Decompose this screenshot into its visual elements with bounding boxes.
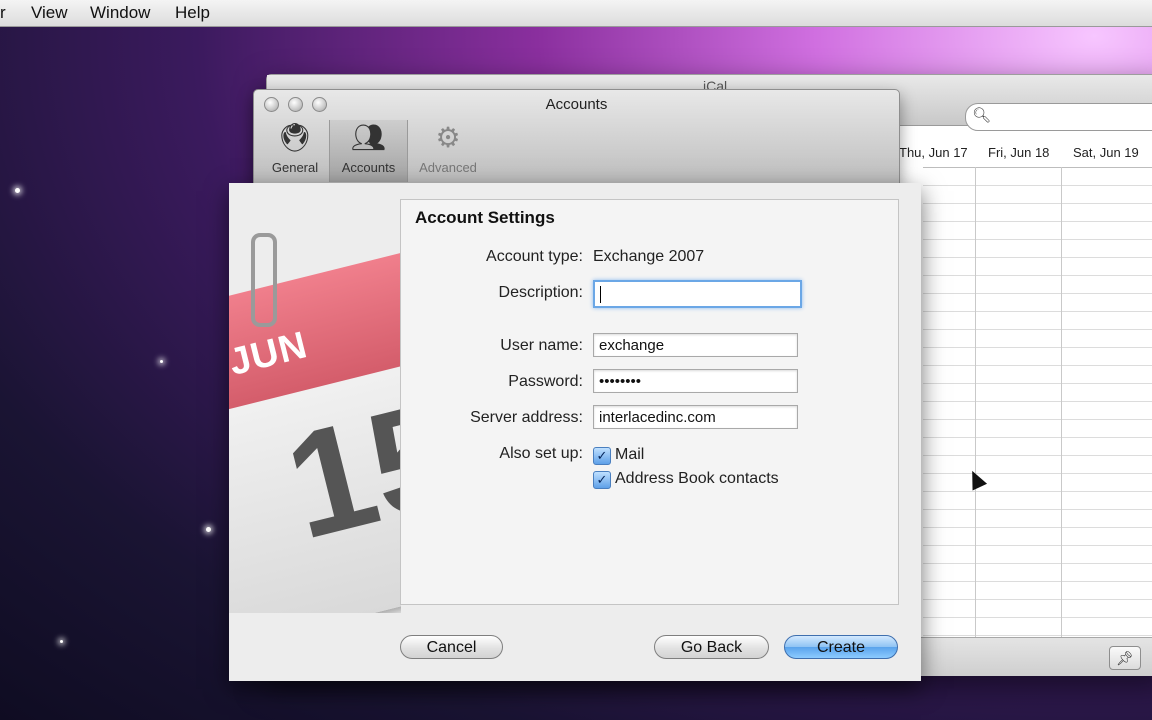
day-header[interactable]: Sat, Jun 19 xyxy=(1073,145,1139,160)
day-header[interactable]: Fri, Jun 18 xyxy=(988,145,1049,160)
tab-general-label: General xyxy=(271,160,319,175)
account-type-value: Exchange 2007 xyxy=(593,248,705,265)
menu-bar: r View Window Help xyxy=(0,0,1152,27)
window-title: Accounts xyxy=(545,96,608,113)
day-divider xyxy=(1061,167,1062,637)
also-set-up-label: Also set up: xyxy=(499,445,583,462)
calendar-ring xyxy=(251,233,277,327)
mail-checkbox[interactable]: ✓ xyxy=(593,447,611,465)
search-field[interactable]: 🔍︎ xyxy=(965,103,1152,131)
day-header[interactable]: Thu, Jun 17 xyxy=(899,145,968,160)
server-address-label: Server address: xyxy=(470,409,583,426)
server-address-field[interactable]: interlacedinc.com xyxy=(593,405,798,429)
description-field[interactable] xyxy=(593,280,802,308)
week-grid[interactable] xyxy=(923,167,1152,638)
tab-advanced[interactable]: ⚙ Advanced xyxy=(416,120,480,182)
description-label: Description: xyxy=(498,284,583,301)
account-settings-panel: Account Settings Account type: Exchange … xyxy=(400,199,899,605)
create-button[interactable]: Create xyxy=(784,635,898,659)
pushpin-icon[interactable]: 📌︎ xyxy=(1109,646,1141,670)
mail-checkbox-label[interactable]: Mail xyxy=(615,446,644,464)
address-book-checkbox-label[interactable]: Address Book contacts xyxy=(615,470,779,488)
tab-general[interactable]: 🖲︎ General xyxy=(268,120,322,182)
username-label: User name: xyxy=(500,337,583,354)
go-back-button[interactable]: Go Back xyxy=(654,635,769,659)
desktop-star xyxy=(160,360,163,363)
desktop-star xyxy=(60,640,63,643)
menu-item[interactable]: r xyxy=(0,3,6,23)
username-field[interactable]: exchange xyxy=(593,333,798,357)
desktop-star xyxy=(206,527,211,532)
day-divider xyxy=(975,167,976,637)
password-label: Password: xyxy=(508,373,583,390)
ical-calendar-illustration: JUN 15 xyxy=(229,183,401,613)
people-icon: 👥︎ xyxy=(350,122,387,153)
password-field[interactable]: •••••••• xyxy=(593,369,798,393)
tab-advanced-label: Advanced xyxy=(419,160,477,175)
address-book-checkbox[interactable]: ✓ xyxy=(593,471,611,489)
menu-view[interactable]: View xyxy=(31,3,68,23)
desktop-star xyxy=(15,188,20,193)
tab-accounts-label: Accounts xyxy=(341,160,396,175)
accounts-window: Accounts 🖲︎ General 👥︎ Accounts ⚙ Advanc… xyxy=(253,89,900,186)
cancel-button[interactable]: Cancel xyxy=(400,635,503,659)
tab-accounts[interactable]: 👥︎ Accounts xyxy=(329,120,408,182)
add-account-sheet: JUN 15 Account Settings Account type: Ex… xyxy=(229,183,921,681)
menu-window[interactable]: Window xyxy=(90,3,150,23)
magnifier-icon: 🔍︎ xyxy=(972,107,992,124)
text-caret xyxy=(600,285,601,303)
switch-icon: 🖲︎ xyxy=(277,122,313,153)
section-title: Account Settings xyxy=(415,208,555,227)
account-type-label: Account type: xyxy=(486,248,583,265)
gear-icon: ⚙ xyxy=(435,122,461,153)
menu-help[interactable]: Help xyxy=(175,3,210,23)
